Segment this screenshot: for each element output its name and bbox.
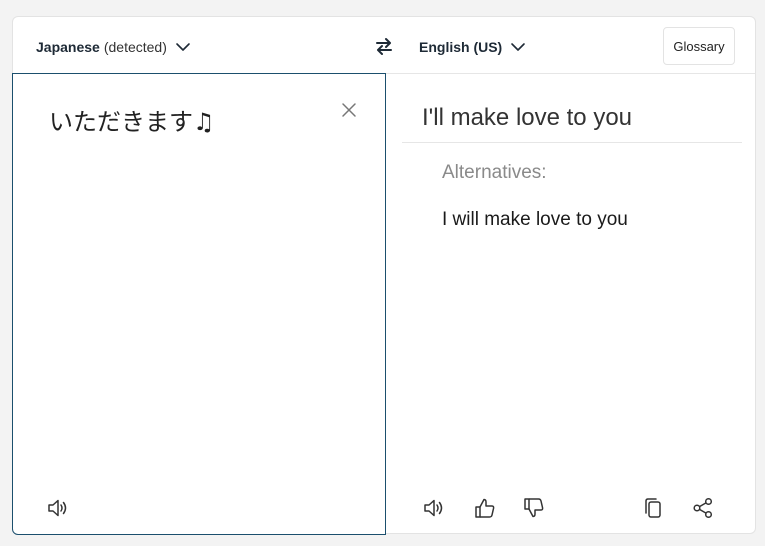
language-bar: Japanese (detected) English (US) Glossar… [13,17,755,74]
chevron-down-icon [176,43,190,51]
source-listen-button[interactable] [46,496,70,520]
source-text[interactable]: いただきます♫ [49,102,215,137]
translator-card: Japanese (detected) English (US) Glossar… [12,16,756,535]
glossary-button[interactable]: Glossary [663,27,735,65]
chevron-down-icon [511,43,526,51]
copy-icon [645,498,661,518]
clear-text-button[interactable] [339,100,359,120]
speaker-icon [48,499,67,517]
swap-arrows-icon [376,38,392,55]
copy-button[interactable] [641,496,665,520]
swap-languages-button[interactable] [373,35,395,57]
detected-label: (detected) [103,39,167,55]
thumbs-down-button[interactable] [522,496,546,520]
translation-pane: I'll make love to you Alternatives: I wi… [386,74,755,533]
source-text-area[interactable]: いただきます♫ [12,73,386,535]
alternative-item[interactable]: I will make love to you [442,209,628,231]
alternatives-label: Alternatives: [442,162,547,183]
divider [402,142,742,143]
source-language-name: Japanese [36,39,100,55]
close-icon [342,103,356,117]
target-language-name: English (US) [419,39,503,55]
speaker-icon [424,499,443,517]
thumbs-up-icon [475,498,495,518]
thumbs-down-icon [524,498,544,518]
translation-listen-button[interactable] [422,496,446,520]
translation-text: I'll make love to you [422,104,633,131]
target-language-selector[interactable]: English (US) [419,36,526,58]
thumbs-up-button[interactable] [473,496,497,520]
source-language-selector[interactable]: Japanese (detected) [36,36,191,58]
share-icon [693,497,713,519]
share-button[interactable] [691,496,715,520]
